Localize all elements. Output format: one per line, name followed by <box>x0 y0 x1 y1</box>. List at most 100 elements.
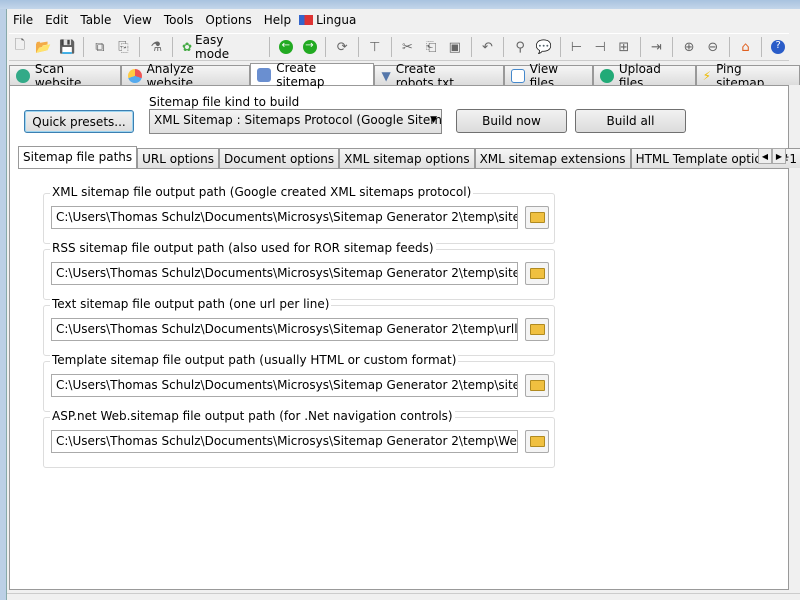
separator <box>325 37 327 57</box>
home-icon[interactable]: ⌂ <box>735 36 757 58</box>
tree-icon[interactable]: ⊤ <box>364 36 386 58</box>
menu-table[interactable]: Table <box>74 13 117 27</box>
browse-folder-button[interactable] <box>525 318 549 341</box>
scroll-left-icon[interactable]: ◀ <box>758 148 772 164</box>
grid-icon[interactable]: ⊞ <box>613 36 635 58</box>
collapse-icon[interactable]: ⊖ <box>702 36 724 58</box>
template-path-group: Template sitemap file output path (usual… <box>43 353 555 412</box>
menu-edit[interactable]: Edit <box>39 13 74 27</box>
rss-path-input[interactable]: C:\Users\Thomas Schulz\Documents\Microsy… <box>51 262 518 285</box>
rss-path-group: RSS sitemap file output path (also used … <box>43 241 555 300</box>
browse-folder-button[interactable] <box>525 206 549 229</box>
subtab-url-options[interactable]: URL options <box>137 148 219 168</box>
folder-icon <box>529 268 545 279</box>
separator <box>390 37 392 57</box>
toolbar: 🗋 📂 💾 ⧉ ⎘ ⚗ ✿ Easy mode ← → ⟳ ⊤ ✂ ⎗ ▣ ↶ ⚲… <box>9 33 789 61</box>
upload-globe-icon <box>599 68 614 83</box>
export-icon[interactable]: ⇥ <box>646 36 668 58</box>
insert-node-icon[interactable]: ⊢ <box>566 36 588 58</box>
folder-icon <box>529 324 545 335</box>
lightning-icon: ⚡ <box>702 68 712 83</box>
sitemap-kind-select[interactable]: XML Sitemap : Sitemaps Protocol (Google … <box>149 109 442 134</box>
browse-folder-button[interactable] <box>525 374 549 397</box>
text-path-group: Text sitemap file output path (one url p… <box>43 297 555 356</box>
aspnet-path-label: ASP.net Web.sitemap file output path (fo… <box>50 409 455 423</box>
easy-mode-button[interactable]: ✿ Easy mode <box>178 33 264 61</box>
list-icon <box>510 68 525 83</box>
menu-lingua[interactable]: Lingua <box>297 13 358 27</box>
expand-icon[interactable]: ⊕ <box>678 36 700 58</box>
browse-folder-button[interactable] <box>525 262 549 285</box>
menu-help[interactable]: Help <box>258 13 297 27</box>
paste-icon[interactable]: ▣ <box>444 36 466 58</box>
quick-presets-button[interactable]: Quick presets... <box>24 110 134 133</box>
menu-bar: File Edit Table View Tools Options Help … <box>7 10 358 30</box>
subtab-sitemap-file-paths[interactable]: Sitemap file paths <box>18 146 138 168</box>
xml-path-input[interactable]: C:\Users\Thomas Schulz\Documents\Microsy… <box>51 206 518 229</box>
sitemap-file-paths-panel: XML sitemap file output path (Google cre… <box>18 168 788 588</box>
subtab-document-options[interactable]: Document options <box>218 148 340 168</box>
aspnet-path-group: ASP.net Web.sitemap file output path (fo… <box>43 409 555 468</box>
undo-icon[interactable]: ↶ <box>477 36 499 58</box>
folder-icon <box>529 436 545 447</box>
separator <box>672 37 674 57</box>
tab-create-sitemap[interactable]: Create sitemap <box>250 61 375 89</box>
separator <box>503 37 505 57</box>
rss-path-label: RSS sitemap file output path (also used … <box>50 241 436 255</box>
status-bar <box>7 593 800 600</box>
new-icon[interactable]: 🗋 <box>9 36 31 58</box>
separator <box>358 37 359 57</box>
separator <box>269 37 270 57</box>
folder-icon <box>529 380 545 391</box>
tab-ping-sitemap[interactable]: ⚡ Ping sitemap <box>695 62 800 90</box>
cut-icon[interactable]: ✂ <box>397 36 419 58</box>
folder-icon <box>529 212 545 223</box>
find-icon[interactable]: ⚲ <box>509 36 531 58</box>
aspnet-path-input[interactable]: C:\Users\Thomas Schulz\Documents\Microsy… <box>51 430 518 453</box>
menu-view[interactable]: View <box>117 13 157 27</box>
open-icon[interactable]: 📂 <box>33 36 55 58</box>
comment-icon[interactable]: 💬 <box>533 36 555 58</box>
clear-icon[interactable]: ⚗ <box>145 36 167 58</box>
tab-upload-files[interactable]: Upload files <box>592 62 696 90</box>
separator <box>172 37 173 57</box>
paste-project-icon[interactable]: ⎘ <box>113 36 135 58</box>
xml-path-label: XML sitemap file output path (Google cre… <box>50 185 474 199</box>
forward-icon[interactable]: → <box>299 36 321 58</box>
build-all-button[interactable]: Build all <box>575 109 686 133</box>
build-now-button[interactable]: Build now <box>456 109 567 133</box>
menu-file[interactable]: File <box>7 13 39 27</box>
save-icon[interactable]: 💾 <box>56 36 78 58</box>
tab-analyze-website[interactable]: Analyze website <box>120 62 251 90</box>
menu-tools[interactable]: Tools <box>158 13 200 27</box>
copy-project-icon[interactable]: ⧉ <box>89 36 111 58</box>
template-path-input[interactable]: C:\Users\Thomas Schulz\Documents\Microsy… <box>51 374 518 397</box>
filter-icon: ▼ <box>381 68 391 83</box>
browse-folder-button[interactable] <box>525 430 549 453</box>
refresh-icon[interactable]: ⟳ <box>331 36 353 58</box>
help-icon[interactable]: ? <box>767 36 789 58</box>
text-path-label: Text sitemap file output path (one url p… <box>50 297 332 311</box>
menu-options[interactable]: Options <box>199 13 257 27</box>
back-icon[interactable]: ← <box>275 36 297 58</box>
separator <box>559 37 561 57</box>
sitemap-kind-label: Sitemap file kind to build <box>147 95 302 109</box>
scroll-right-icon[interactable]: ▶ <box>772 148 786 164</box>
insert-child-icon[interactable]: ⊣ <box>589 36 611 58</box>
scan-icon <box>16 68 30 83</box>
copy-icon[interactable]: ⎗ <box>420 36 442 58</box>
pie-chart-icon <box>127 68 142 83</box>
text-path-input[interactable]: C:\Users\Thomas Schulz\Documents\Microsy… <box>51 318 518 341</box>
tab-scan-website[interactable]: Scan website <box>9 62 121 90</box>
separator <box>83 37 84 57</box>
easy-mode-icon: ✿ <box>181 40 193 54</box>
app-window: File Edit Table View Tools Options Help … <box>6 9 800 600</box>
separator <box>761 37 763 57</box>
sub-tabs: Sitemap file paths URL options Document … <box>18 146 800 168</box>
subtab-xml-sitemap-extensions[interactable]: XML sitemap extensions <box>474 148 631 168</box>
tab-view-files[interactable]: View files <box>503 62 593 90</box>
title-bar <box>0 0 800 9</box>
subtab-xml-sitemap-options[interactable]: XML sitemap options <box>339 148 475 168</box>
create-sitemap-panel: Quick presets... Sitemap file kind to bu… <box>9 85 800 590</box>
tab-create-robots[interactable]: ▼ Create robots.txt <box>374 62 504 90</box>
